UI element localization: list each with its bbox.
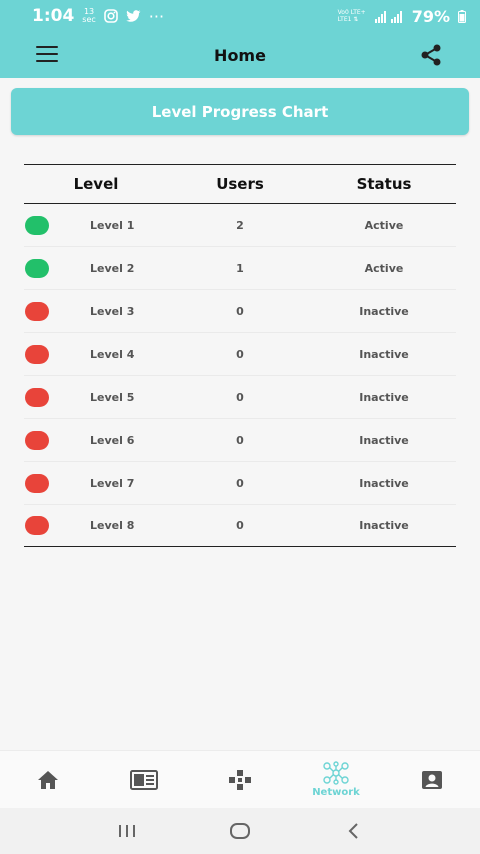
network-indicator: Vo0 LTE+ LTE1 ⇅ [338,9,366,23]
status-dot [25,258,49,278]
status-dot [25,430,49,450]
cell-status: Inactive [359,476,409,490]
recent-apps-button[interactable] [107,816,147,846]
cell-status: Active [364,261,404,275]
news-icon [130,769,158,790]
cell-users: 0 [236,433,244,447]
cell-users: 0 [236,519,244,532]
cell-status: Inactive [359,519,409,532]
cell-users: 0 [236,476,244,490]
system-navigation [0,808,480,854]
back-button[interactable] [333,816,373,846]
network-top: Vo0 LTE+ [337,9,366,16]
cell-status: Active [364,218,404,232]
cell-users: 0 [236,347,244,361]
share-icon[interactable] [418,42,444,68]
cell-status: Inactive [359,433,409,447]
table-row: Level 3 0 Inactive [24,290,456,333]
cell-users: 0 [236,390,244,404]
gamepad-icon [229,769,251,790]
cell-users: 2 [236,218,244,232]
table-row: Level 1 2 Active [24,204,456,247]
home-icon [38,770,58,789]
table-header: Level Users Status [24,164,456,204]
recent-apps-icon [118,825,135,837]
notification-count: 13 sec [82,8,96,24]
status-dot [25,344,49,364]
home-button[interactable] [220,816,260,846]
nav-news[interactable] [96,751,192,809]
nav-home[interactable] [0,751,96,809]
cell-status: Inactive [359,304,409,318]
more-notifications-icon: ··· [148,6,165,26]
header-status: Status [356,175,412,193]
battery-level: 79% [411,6,450,26]
level-table: Level Users Status Level 1 2 Active Level 2… [24,164,456,547]
table-body: Level 1 2 Active Level 2 1 Active Level 3 0 Inac… [24,204,456,547]
table-row: Level 8 0 Inactive [24,505,456,547]
status-dot [25,215,49,235]
table-row: Level 6 0 Inactive [24,419,456,462]
nav-network[interactable]: Network [288,751,384,809]
cell-users: 1 [236,261,244,275]
bottom-navigation: Network [0,750,480,808]
header-level: Level [73,175,119,193]
status-bar: 1:04 13 sec ··· Vo0 LTE+ LTE1 ⇅ 79% [0,0,480,32]
status-dot [25,473,49,493]
network-icon [323,761,349,785]
table-row: Level 7 0 Inactive [24,462,456,505]
page-title: Home [214,45,266,65]
notification-count-bottom: sec [82,15,96,24]
instagram-icon [103,9,118,23]
nav-profile[interactable] [384,751,480,809]
table-row: Level 4 0 Inactive [24,333,456,376]
profile-icon [422,770,442,789]
nav-network-label: Network [312,787,360,798]
app-bar: Home [0,32,480,78]
cell-users: 0 [236,304,244,318]
network-bottom: LTE1 ⇅ [337,16,359,23]
status-dot [25,301,49,321]
status-time: 1:04 [32,6,75,26]
cell-status: Inactive [359,390,409,404]
table-row: Level 2 1 Active [24,247,456,290]
cell-status: Inactive [359,347,409,361]
nav-game[interactable] [192,751,288,809]
signal-icon [374,10,404,23]
battery-icon [458,9,466,23]
level-progress-chart-button[interactable]: Level Progress Chart [11,88,469,135]
back-icon [348,823,359,839]
home-circle-icon [229,823,250,839]
header-users: Users [216,175,264,193]
table-row: Level 5 0 Inactive [24,376,456,419]
twitter-icon [126,9,141,23]
menu-icon[interactable] [36,46,58,64]
status-dot [25,516,49,535]
status-dot [25,387,49,407]
